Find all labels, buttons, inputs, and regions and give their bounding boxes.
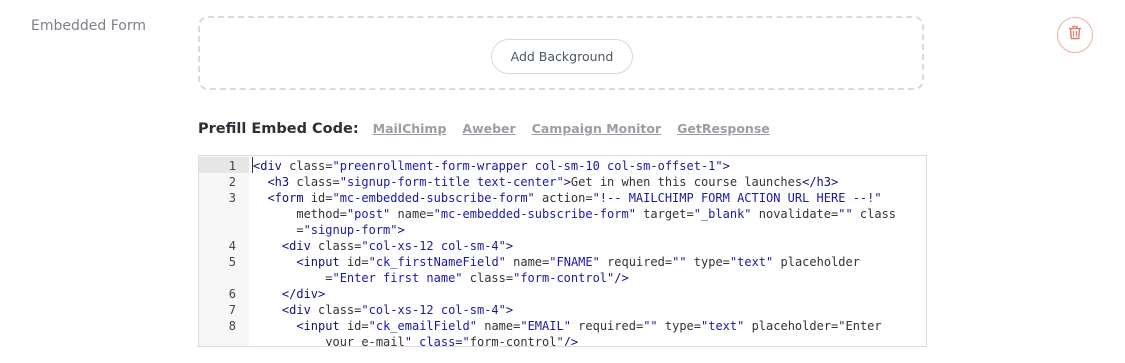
code-editor[interactable]: 1 <div class="preenrollment-form-wrapper … — [198, 155, 927, 347]
code-line[interactable]: 7 <div class="col-xs-12 col-sm-4"> — [199, 302, 926, 318]
code-line[interactable]: 1 <div class="preenrollment-form-wrapper … — [199, 158, 926, 174]
add-background-button[interactable]: Add Background — [491, 39, 633, 74]
code-text: <div class="col-xs-12 col-sm-4"> — [281, 303, 514, 317]
code-line[interactable]: your e-mail" class="form-control"/> — [199, 334, 926, 347]
code-text: ="Enter first name" class="form-control"… — [253, 271, 629, 285]
code-line[interactable]: 6 </div> — [199, 286, 926, 302]
code-text: method="post" name="mc-embedded-subscrib… — [253, 207, 897, 221]
code-line[interactable]: 3 <form id="mc-embedded-subscribe-form" … — [199, 190, 926, 206]
prefill-embed-row: Prefill Embed Code: MailChimp Aweber Cam… — [198, 121, 786, 137]
provider-link-getresponse[interactable]: GetResponse — [677, 121, 770, 136]
code-text: <div class="col-xs-12 col-sm-4"> — [281, 239, 514, 253]
line-number: 2 — [228, 175, 236, 189]
provider-link-aweber[interactable]: Aweber — [462, 121, 515, 136]
field-label: Embedded Form — [31, 18, 146, 34]
code-text: <form id="mc-embedded-subscribe-form" ac… — [267, 191, 882, 205]
code-line[interactable]: 8 <input id="ck_emailField" name="EMAIL"… — [199, 318, 926, 334]
line-number: 7 — [228, 303, 236, 317]
line-number: 6 — [228, 287, 236, 301]
code-line[interactable]: 5 <input id="ck_firstNameField" name="FN… — [199, 254, 926, 270]
code-text: <div class="preenrollment-form-wrapper c… — [253, 159, 730, 173]
code-line[interactable]: 4 <div class="col-xs-12 col-sm-4"> — [199, 238, 926, 254]
line-number: 1 — [228, 159, 236, 173]
provider-link-mailchimp[interactable]: MailChimp — [373, 121, 447, 136]
code-text: ="signup-form"> — [253, 223, 405, 237]
delete-button[interactable] — [1057, 17, 1093, 53]
code-text: your e-mail" class="form-control"/> — [253, 335, 579, 347]
prefill-title: Prefill Embed Code: — [198, 121, 359, 137]
code-line[interactable]: ="signup-form"> — [199, 222, 926, 238]
code-text: </div> — [281, 287, 326, 301]
code-line[interactable]: 2 <h3 class="signup-form-title text-cent… — [199, 174, 926, 190]
trash-icon — [1068, 25, 1082, 45]
code-text: <input id="ck_firstNameField" name="FNAM… — [296, 255, 860, 269]
text-cursor — [252, 157, 253, 173]
line-number: 3 — [228, 191, 236, 205]
provider-link-campaign-monitor[interactable]: Campaign Monitor — [532, 121, 661, 136]
line-number: 8 — [228, 319, 236, 333]
line-number: 5 — [228, 255, 236, 269]
code-line[interactable]: method="post" name="mc-embedded-subscrib… — [199, 206, 926, 222]
code-text: <input id="ck_emailField" name="EMAIL" r… — [296, 319, 882, 333]
code-text: <h3 class="signup-form-title text-center… — [267, 175, 839, 189]
line-number: 4 — [228, 239, 236, 253]
code-line[interactable]: ="Enter first name" class="form-control"… — [199, 270, 926, 286]
